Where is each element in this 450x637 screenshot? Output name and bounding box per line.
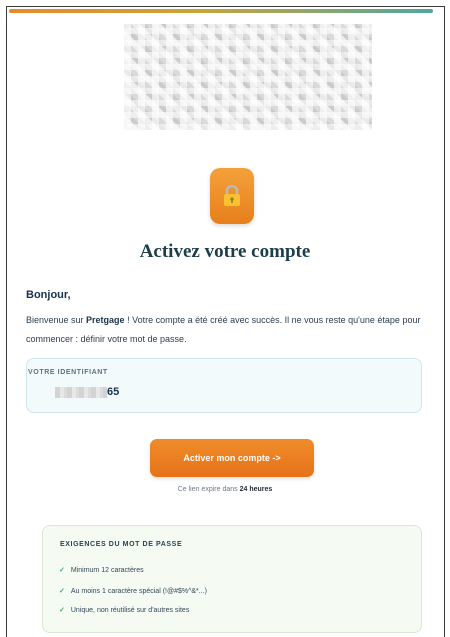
intro-prefix: Bienvenue sur [26,315,87,325]
requirement-text: Au moins 1 caractère spécial (!@#$%^&*..… [70,588,207,595]
requirement-item: ✓ Au moins 1 caractère spécial (!@#$%^&*.… [59,587,207,595]
activate-account-button[interactable]: Activer mon compte -> [150,439,314,477]
identifier-redacted [55,387,107,398]
requirement-text: Minimum 12 caractères [70,567,144,574]
expiry-note: Ce lien expire dans 24 heures [0,486,450,493]
check-icon: ✓ [59,588,65,595]
top-accent-bar [9,9,433,13]
identifier-label: VOTRE IDENTIFIANT [28,369,108,376]
requirement-item: ✓ Unique, non réutilisé sur d'autres site… [59,606,189,614]
brand-logo [124,24,372,130]
requirement-item: ✓ Minimum 12 caractères [59,566,144,574]
check-icon: ✓ [59,607,65,614]
check-icon: ✓ [59,567,65,574]
expiry-prefix: Ce lien expire dans [177,486,240,493]
intro-paragraph: Bienvenue sur Pretgage ! Votre compte a … [26,311,430,349]
identifier-card [26,358,422,413]
greeting: Bonjour, [26,289,71,301]
requirements-title: EXIGENCES DU MOT DE PASSE [60,541,183,548]
lock-glyph [224,184,240,206]
page-title: Activez votre compte [139,241,311,262]
lock-icon [210,168,254,224]
requirement-text: Unique, non réutilisé sur d'autres sites [70,607,190,614]
brand-name: Pretgage [86,315,125,325]
identifier-value: 65 [107,386,120,398]
expiry-duration: 24 heures [239,486,273,493]
